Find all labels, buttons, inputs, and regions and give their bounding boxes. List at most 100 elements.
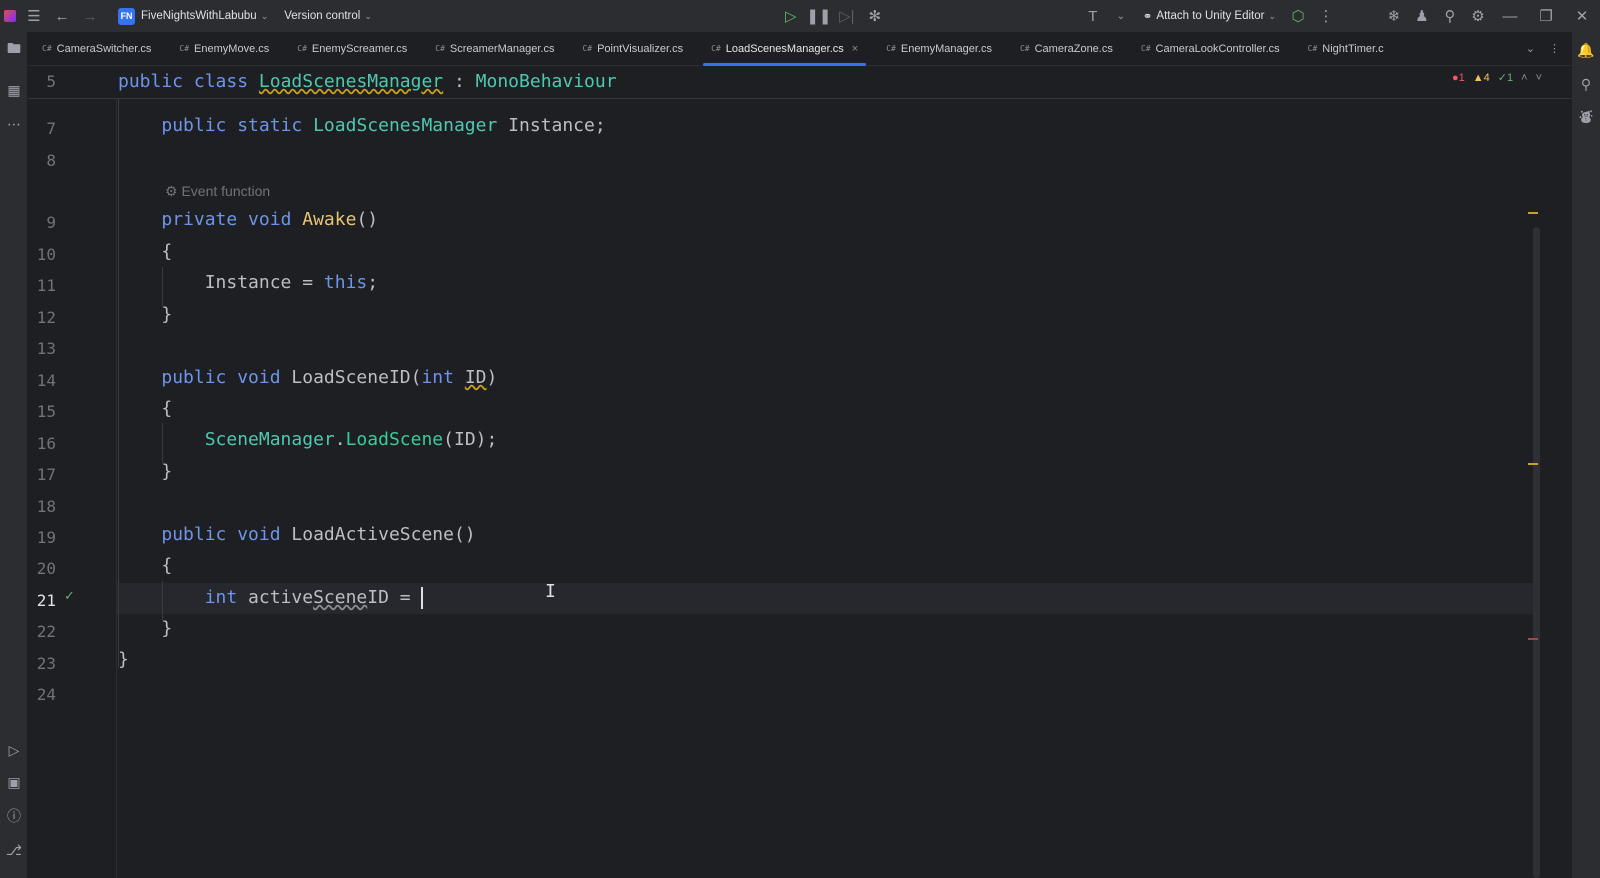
code-line-9: private void Awake() (161, 209, 379, 230)
close-icon[interactable]: ✕ (1564, 0, 1600, 32)
code-line-23: } (118, 649, 129, 670)
ai-assistant-icon[interactable]: ⚲ (1572, 70, 1600, 98)
line-number: 18 (36, 497, 56, 516)
code-line-21[interactable]: int activeSceneID = (118, 587, 424, 609)
line-number: 13 (36, 339, 56, 358)
tab-enemymove-cs[interactable]: C# EnemyMove.cs (165, 32, 283, 66)
line-number: 19 (36, 528, 56, 547)
warning-stripe-mark[interactable] (1528, 212, 1538, 214)
project-name: FiveNightsWithLabubu (141, 10, 257, 22)
error-stripe-mark[interactable] (1528, 638, 1538, 640)
chevron-down-icon: ⌄ (364, 10, 372, 21)
project-badge: FN (118, 7, 135, 25)
settings-icon[interactable]: ⚙ (1464, 0, 1492, 32)
forward-icon[interactable]: → (76, 0, 104, 32)
tab-nighttimer-c[interactable]: C# NightTimer.c (1294, 32, 1398, 66)
pause-icon[interactable]: ❚❚ (805, 0, 833, 32)
tab-label: NightTimer.c (1322, 42, 1384, 55)
line-number: 24 (36, 685, 56, 704)
line-number: 16 (36, 434, 56, 453)
code-line-20: { (161, 555, 173, 576)
tab-label: PointVisualizer.cs (597, 42, 684, 55)
step-icon[interactable]: ▷| (833, 0, 861, 32)
gutter-divider (116, 67, 117, 878)
run-tool-icon[interactable]: ▷ (0, 736, 28, 764)
tab-label: CameraSwitcher.cs (56, 42, 152, 55)
folder-icon[interactable]: 🖿 (0, 36, 28, 64)
code-editor[interactable]: 5 public class LoadScenesManager : MonoB… (28, 67, 1572, 878)
database-icon[interactable]: ⛇ (1572, 102, 1600, 130)
chevron-down-icon[interactable]: ⌄ (1107, 0, 1135, 32)
tab-camerazone-cs[interactable]: C# CameraZone.cs (1006, 32, 1127, 66)
tab-label: EnemyScreamer.cs (311, 42, 408, 55)
left-tool-stripe: 🖿 ▦ ⋯ ▷ ▣ ⓘ ⎇ (0, 32, 28, 878)
vcs-label: Version control (284, 10, 361, 22)
vcs-widget[interactable]: Version control ⌄ (276, 0, 380, 32)
sticky-class-declaration: public class LoadScenesManager : MonoBeh… (118, 71, 617, 92)
main-menu-icon[interactable]: ☰ (20, 0, 48, 32)
git-icon[interactable]: ⎇ (0, 836, 28, 864)
user-icon[interactable]: ♟ (1408, 0, 1436, 32)
build-icon[interactable]: T (1079, 0, 1107, 32)
tab-label: EnemyMove.cs (194, 42, 270, 55)
warning-stripe-mark[interactable] (1528, 463, 1538, 465)
line-number: 21 (36, 591, 56, 610)
unity-icon[interactable]: ⬡ (1284, 0, 1312, 32)
sticky-header[interactable]: 5 public class LoadScenesManager : MonoB… (28, 67, 1572, 99)
tab-pointvisualizer-cs[interactable]: C# PointVisualizer.cs (568, 32, 697, 66)
search-icon[interactable]: ⚲ (1436, 0, 1464, 32)
terminal-icon[interactable]: ▣ (0, 768, 28, 796)
ai-completion-icon[interactable]: ✓ (64, 589, 75, 604)
tab-more-icon[interactable]: ⋮ (1549, 42, 1560, 55)
notifications-icon[interactable]: 🔔 (1572, 36, 1600, 64)
inspection-widget[interactable]: ●1 ▲4 ✓1 ˄ ˅ (1451, 71, 1542, 85)
structure-icon[interactable]: ▦ (0, 76, 28, 104)
line-number: 8 (46, 151, 56, 170)
project-widget[interactable]: FN FiveNightsWithLabubu ⌄ (110, 0, 276, 32)
line-number: 17 (36, 465, 56, 484)
code-line-7: public static LoadScenesManager Instance… (161, 115, 606, 136)
vertical-scrollbar[interactable] (1533, 227, 1540, 878)
close-tab-icon[interactable]: × (852, 43, 858, 55)
line-number: 5 (46, 72, 56, 91)
gutter: 7 8 9 10 11 12 13 14 15 16 17 18 19 20 21 22 23 24 (28, 67, 116, 878)
code-line-11: Instance = this; (204, 272, 379, 293)
text-caret (421, 587, 424, 609)
ai-icon[interactable]: ❄ (1380, 0, 1408, 32)
csharp-file-icon: C# (297, 44, 307, 53)
csharp-file-icon: C# (179, 44, 190, 53)
tab-tools: ⌄ ⋮ (1526, 42, 1572, 55)
event-function-hint: ⚙ Event function (165, 183, 271, 199)
ibeam-cursor-icon: I (545, 581, 556, 602)
tab-label: EnemyManager.cs (900, 42, 992, 55)
minimize-icon[interactable]: — (1492, 0, 1528, 32)
tab-cameralookcontroller-cs[interactable]: C# CameraLookController.cs (1127, 32, 1294, 66)
next-highlight-icon[interactable]: ˅ (1536, 72, 1542, 84)
debug-icon[interactable]: ✻ (861, 0, 889, 32)
tab-list-chevron-icon[interactable]: ⌄ (1526, 42, 1535, 55)
line-number: 20 (36, 559, 56, 578)
error-count: ●1 (1451, 71, 1465, 84)
csharp-file-icon: C# (1307, 44, 1318, 53)
csharp-file-icon: C# (435, 44, 445, 53)
attach-unity-widget[interactable]: ⚭ Attach to Unity Editor ⌄ (1135, 0, 1284, 32)
back-icon[interactable]: ← (48, 0, 76, 32)
line-number: 12 (36, 308, 56, 327)
more-icon[interactable]: ⋮ (1312, 0, 1340, 32)
tab-enemyscreamer-cs[interactable]: C# EnemyScreamer.cs (283, 32, 421, 66)
problems-icon[interactable]: ⓘ (0, 802, 28, 830)
run-icon[interactable]: ▷ (777, 0, 805, 32)
tab-screamermanager-cs[interactable]: C# ScreamerManager.cs (421, 32, 568, 66)
tab-loadscenesmanager-cs[interactable]: C# LoadScenesManager.cs × (697, 32, 872, 66)
keyword: public (118, 71, 184, 92)
tab-cameraswitcher-cs[interactable]: C# CameraSwitcher.cs (28, 32, 165, 66)
csharp-file-icon: C# (886, 44, 896, 53)
line-number: 23 (36, 654, 56, 673)
tab-label: ScreamerManager.cs (449, 42, 555, 55)
maximize-icon[interactable]: ❐ (1528, 0, 1564, 32)
chevron-down-icon: ⌄ (260, 10, 269, 21)
tab-label: LoadScenesManager.cs (725, 42, 844, 55)
prev-highlight-icon[interactable]: ˄ (1521, 72, 1527, 84)
tab-enemymanager-cs[interactable]: C# EnemyManager.cs (872, 32, 1006, 66)
more-tools-icon[interactable]: ⋯ (0, 110, 28, 138)
